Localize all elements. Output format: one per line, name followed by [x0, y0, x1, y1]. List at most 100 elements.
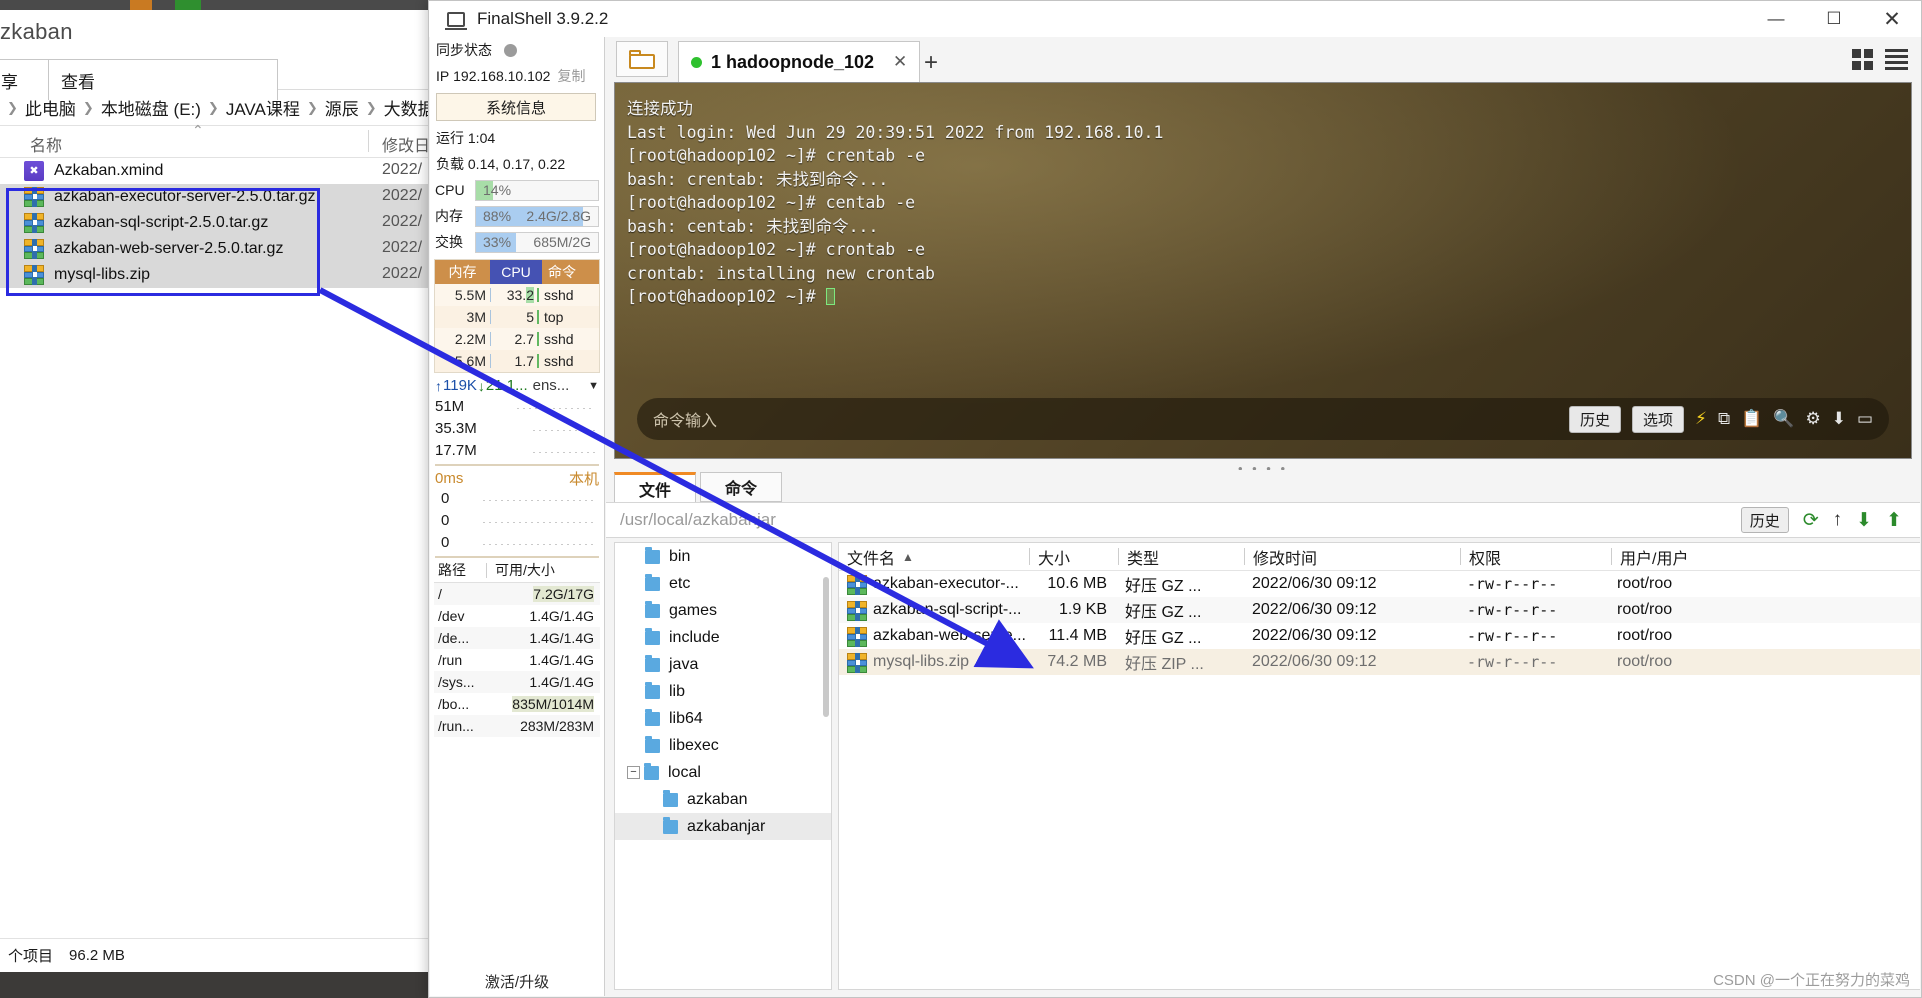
directory-tree[interactable]: bin etc games include java lib lib64 lib… [614, 542, 832, 990]
column-header-date[interactable]: 修改日 [382, 132, 430, 156]
file-row[interactable]: azkaban-sql-script-... 1.9 KB 好压 GZ ... … [839, 597, 1920, 623]
window-controls[interactable]: — ☐ ✕ [1747, 1, 1921, 37]
disk-usage-table[interactable]: 路径 可用/大小 / 7.2G/17G /dev 1.4G/1.4G /de..… [434, 558, 600, 737]
command-input-placeholder[interactable]: 命令输入 [653, 407, 717, 431]
ip-row: IP 192.168.10.102 复制 [430, 63, 604, 89]
cpu-meter-row: CPU 14% [430, 177, 604, 203]
breadcrumb-item-2[interactable]: JAVA课程 [226, 95, 300, 120]
disk-row[interactable]: /dev 1.4G/1.4G [434, 605, 600, 627]
process-col-cmd[interactable]: 命令 [542, 260, 599, 284]
collapse-icon[interactable]: − [627, 766, 640, 779]
window-icon[interactable]: ▭ [1857, 409, 1873, 429]
disk-col-path[interactable]: 路径 [434, 560, 486, 580]
column-header-mtime[interactable]: 修改时间 [1245, 545, 1460, 569]
download-icon[interactable]: ⬇ [1832, 409, 1846, 429]
command-tools[interactable]: 历史 选项 ⚡ ⧉ 📋 🔍 ⚙ ⬇ ▭ [1569, 405, 1873, 433]
folder-icon [645, 600, 660, 618]
path-bar[interactable]: /usr/local/azkabanjar 历史 ⟳ ↑ ⬇ ⬆ [606, 502, 1920, 538]
tree-item-azkabanjar[interactable]: azkabanjar [615, 813, 831, 840]
process-row[interactable]: 3M 5 top [435, 306, 599, 328]
breadcrumb-item-3[interactable]: 源辰 [325, 95, 359, 120]
tree-item-bin[interactable]: bin [615, 543, 831, 570]
column-divider[interactable] [368, 130, 369, 152]
upload-icon[interactable]: ⬆ [1886, 509, 1902, 532]
tree-item-label: games [669, 601, 718, 619]
maximize-button[interactable]: ☐ [1805, 1, 1863, 37]
file-row[interactable]: mysql-libs.zip 74.2 MB 好压 ZIP ... 2022/0… [839, 649, 1920, 675]
system-info-button[interactable]: 系统信息 [436, 93, 596, 121]
path-actions[interactable]: 历史 ⟳ ↑ ⬇ ⬆ [1740, 507, 1902, 533]
disk-col-usage[interactable]: 可用/大小 [487, 560, 600, 580]
bolt-icon[interactable]: ⚡ [1695, 409, 1707, 429]
column-header-owner[interactable]: 用户/用户 [1612, 545, 1920, 569]
copy-icon[interactable]: ⧉ [1718, 409, 1730, 429]
command-input-bar[interactable]: 命令输入 历史 选项 ⚡ ⧉ 📋 🔍 ⚙ ⬇ ▭ [637, 398, 1889, 440]
process-table[interactable]: 内存 CPU 命令 5.5M 33.2 sshd 3M 5 top 2.2M 2… [434, 259, 600, 373]
tree-scrollbar[interactable] [823, 577, 829, 717]
remote-file-table[interactable]: 文件名 ▲ 大小 类型 修改时间 权限 用户/用户 azkaban-execut… [838, 542, 1920, 990]
column-header-size[interactable]: 大小 [1030, 545, 1118, 569]
process-row[interactable]: 2.2M 2.7 sshd [435, 328, 599, 350]
disk-row[interactable]: /bo... 835M/1014M [434, 693, 600, 715]
open-folder-button[interactable] [616, 41, 668, 77]
breadcrumb-item-0[interactable]: 此电脑 [25, 95, 76, 120]
path-history-button[interactable]: 历史 [1740, 507, 1789, 533]
column-header-permissions[interactable]: 权限 [1461, 545, 1611, 569]
current-path[interactable]: /usr/local/azkabanjar [620, 510, 776, 530]
disk-row[interactable]: /run... 283M/283M [434, 715, 600, 737]
process-row[interactable]: 5.5M 33.2 sshd [435, 284, 599, 306]
tab-commands[interactable]: 命令 [700, 472, 782, 502]
tree-item-include[interactable]: include [615, 624, 831, 651]
disk-row[interactable]: /de... 1.4G/1.4G [434, 627, 600, 649]
folder-icon [645, 681, 660, 699]
file-panel-tabs[interactable]: 文件 命令 [614, 470, 786, 502]
history-button[interactable]: 历史 [1569, 405, 1622, 433]
minimize-button[interactable]: — [1747, 1, 1805, 37]
file-name: azkaban-executor-... [873, 575, 1019, 592]
column-header-type[interactable]: 类型 [1119, 545, 1244, 569]
close-button[interactable]: ✕ [1863, 1, 1921, 37]
tree-item-games[interactable]: games [615, 597, 831, 624]
xmind-icon [24, 161, 44, 181]
finalshell-titlebar[interactable]: FinalShell 3.9.2.2 — ☐ ✕ [429, 1, 1921, 37]
process-row[interactable]: 5.6M 1.7 sshd [435, 350, 599, 372]
download-icon[interactable]: ⬇ [1856, 509, 1872, 532]
layout-buttons[interactable] [1852, 49, 1908, 70]
search-icon[interactable]: 🔍 [1773, 409, 1794, 429]
process-col-mem[interactable]: 内存 [435, 260, 490, 284]
disk-row[interactable]: /sys... 1.4G/1.4G [434, 671, 600, 693]
tree-item-local[interactable]: − local [615, 759, 831, 786]
options-button[interactable]: 选项 [1632, 405, 1685, 433]
arrow-up-icon[interactable]: ↑ [1833, 509, 1843, 531]
tree-item-libexec[interactable]: libexec [615, 732, 831, 759]
breadcrumb-item-1[interactable]: 本地磁盘 (E:) [101, 95, 201, 120]
column-header-name[interactable]: 名称 [22, 132, 212, 156]
new-tab-button[interactable]: + [924, 49, 938, 77]
refresh-icon[interactable]: ⟳ [1803, 509, 1819, 532]
terminal-output[interactable]: 连接成功 Last login: Wed Jun 29 20:39:51 202… [614, 82, 1912, 459]
close-icon[interactable]: ✕ [893, 52, 907, 72]
file-row[interactable]: azkaban-web-serve... 11.4 MB 好压 GZ ... 2… [839, 623, 1920, 649]
gear-icon[interactable]: ⚙ [1805, 409, 1820, 429]
activate-upgrade-link[interactable]: 激活/升级 [430, 971, 604, 992]
tab-files[interactable]: 文件 [614, 472, 696, 502]
terminal-tab-hadoopnode_102[interactable]: 1 hadoopnode_102 ✕ [678, 41, 921, 82]
tree-item-azkaban[interactable]: azkaban [615, 786, 831, 813]
disk-row[interactable]: /run 1.4G/1.4G [434, 649, 600, 671]
file-row[interactable]: azkaban-executor-... 10.6 MB 好压 GZ ... 2… [839, 571, 1920, 597]
chevron-down-icon[interactable]: ▼ [588, 380, 599, 392]
disk-row[interactable]: / 7.2G/17G [434, 583, 600, 605]
tree-item-java[interactable]: java [615, 651, 831, 678]
column-header-filename[interactable]: 文件名 ▲ [839, 545, 1029, 569]
tree-item-etc[interactable]: etc [615, 570, 831, 597]
grid-view-icon[interactable] [1852, 49, 1873, 70]
list-view-icon[interactable] [1885, 49, 1908, 70]
paste-icon[interactable]: 📋 [1741, 409, 1762, 429]
copy-ip-link[interactable]: 复制 [557, 66, 585, 86]
tree-item-lib64[interactable]: lib64 [615, 705, 831, 732]
tree-item-lib[interactable]: lib [615, 678, 831, 705]
gridline [517, 408, 595, 409]
folder-icon [645, 546, 660, 564]
breadcrumb-item-4[interactable]: 大数据 [384, 95, 435, 120]
process-col-cpu[interactable]: CPU [490, 260, 542, 284]
